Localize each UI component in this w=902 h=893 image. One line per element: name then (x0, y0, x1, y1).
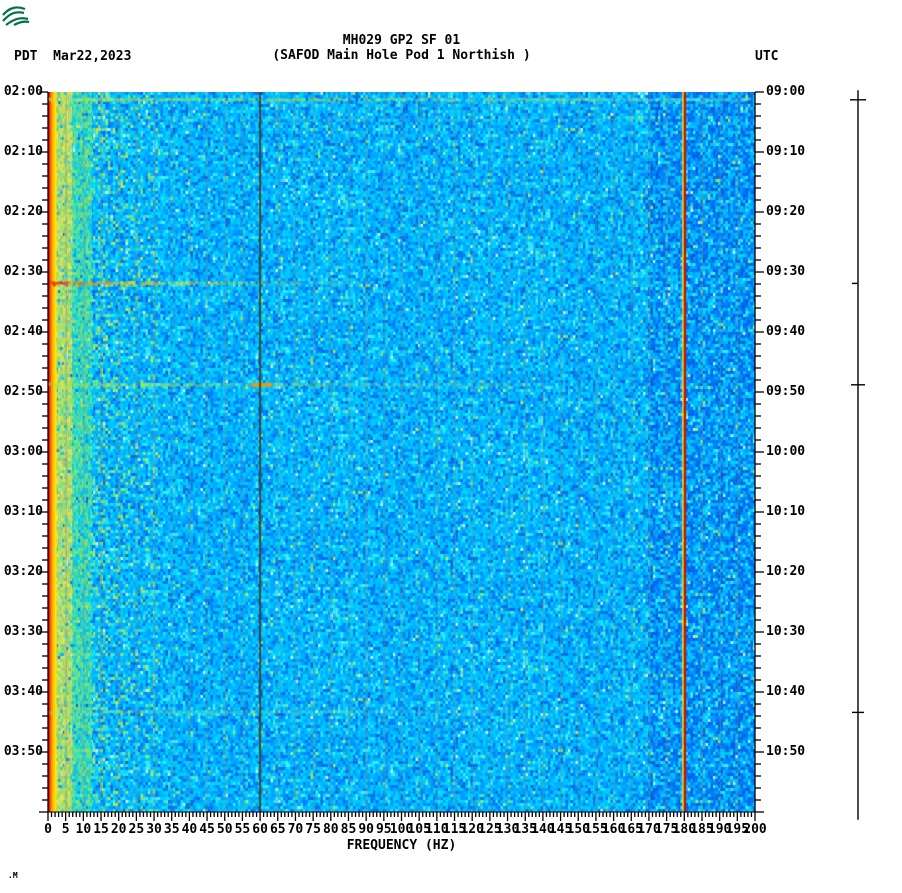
right-time-label: 10:00 (766, 444, 805, 459)
freq-axis-title: FREQUENCY (HZ) (48, 838, 755, 853)
left-time-label: 02:00 (0, 84, 43, 99)
date-label: Mar22,2023 (53, 49, 131, 64)
page-title: MH029 GP2 SF 01 (48, 33, 755, 48)
left-time-label: 02:20 (0, 204, 43, 219)
spectrogram-canvas (48, 92, 755, 812)
left-time-label: 03:50 (0, 744, 43, 759)
left-time-label: 03:00 (0, 444, 43, 459)
right-time-label: 10:20 (766, 564, 805, 579)
right-time-label: 09:00 (766, 84, 805, 99)
timezone-left-label: PDT Mar22,2023 (14, 49, 131, 64)
right-time-label: 10:30 (766, 624, 805, 639)
left-time-label: 02:10 (0, 144, 43, 159)
right-time-label: 09:30 (766, 264, 805, 279)
left-time-label: 03:10 (0, 504, 43, 519)
spectrogram-page: MH029 GP2 SF 01 (SAFOD Main Hole Pod 1 N… (0, 0, 902, 893)
left-time-label: 02:50 (0, 384, 43, 399)
usgs-wave-icon (3, 7, 29, 25)
right-time-label: 09:50 (766, 384, 805, 399)
freq-label: 200 (733, 822, 777, 837)
footer-mark: .M (8, 871, 18, 880)
plot-titles: MH029 GP2 SF 01 (SAFOD Main Hole Pod 1 N… (48, 33, 755, 63)
left-time-label: 03:20 (0, 564, 43, 579)
right-time-label: 10:10 (766, 504, 805, 519)
right-time-label: 09:40 (766, 324, 805, 339)
left-time-label: 03:40 (0, 684, 43, 699)
left-time-label: 02:30 (0, 264, 43, 279)
left-time-label: 02:40 (0, 324, 43, 339)
page-subtitle: (SAFOD Main Hole Pod 1 Northish ) (48, 48, 755, 63)
right-time-label: 09:20 (766, 204, 805, 219)
right-time-label: 10:40 (766, 684, 805, 699)
right-time-label: 09:10 (766, 144, 805, 159)
usgs-logo (2, 1, 122, 29)
tz-left-text: PDT (14, 49, 37, 64)
timezone-right-label: UTC (755, 49, 778, 64)
right-time-label: 10:50 (766, 744, 805, 759)
left-time-label: 03:30 (0, 624, 43, 639)
